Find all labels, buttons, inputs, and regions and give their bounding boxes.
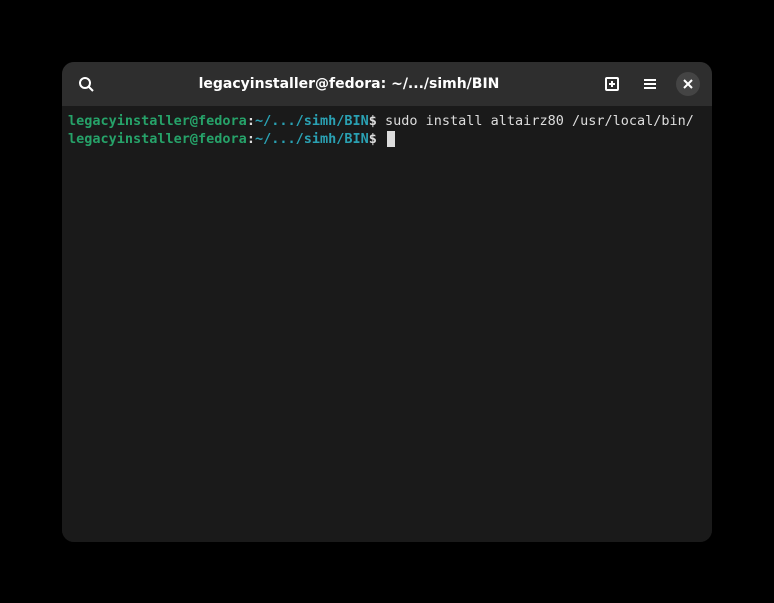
close-icon xyxy=(683,79,693,89)
user-host: legacyinstaller@fedora xyxy=(68,113,247,129)
user-host: legacyinstaller@fedora xyxy=(68,131,247,147)
window-title: legacyinstaller@fedora: ~/.../simh/BIN xyxy=(98,76,600,92)
prompt-path: ~/.../simh/BIN xyxy=(255,113,369,129)
terminal-window: legacyinstaller@fedora: ~/.../simh/BIN xyxy=(62,62,712,542)
command-text: sudo install altairz80 /usr/local/bin/ xyxy=(385,113,694,129)
new-tab-button[interactable] xyxy=(600,72,624,96)
terminal-body[interactable]: legacyinstaller@fedora:~/.../simh/BIN$ s… xyxy=(62,106,712,542)
new-tab-icon xyxy=(604,76,620,92)
menu-button[interactable] xyxy=(638,72,662,96)
prompt-line: legacyinstaller@fedora:~/.../simh/BIN$ s… xyxy=(68,112,706,130)
prompt-line: legacyinstaller@fedora:~/.../simh/BIN$ xyxy=(68,130,706,148)
title-bar-left xyxy=(74,72,98,96)
title-bar: legacyinstaller@fedora: ~/.../simh/BIN xyxy=(62,62,712,106)
hamburger-icon xyxy=(642,76,658,92)
prompt-path: ~/.../simh/BIN xyxy=(255,131,369,147)
cursor xyxy=(387,131,395,147)
prompt-dollar: $ xyxy=(369,131,385,147)
prompt-colon: : xyxy=(247,131,255,147)
title-bar-right xyxy=(600,72,700,96)
prompt-colon: : xyxy=(247,113,255,129)
prompt-dollar: $ xyxy=(369,113,385,129)
close-button[interactable] xyxy=(676,72,700,96)
search-button[interactable] xyxy=(74,72,98,96)
search-icon xyxy=(78,76,94,92)
